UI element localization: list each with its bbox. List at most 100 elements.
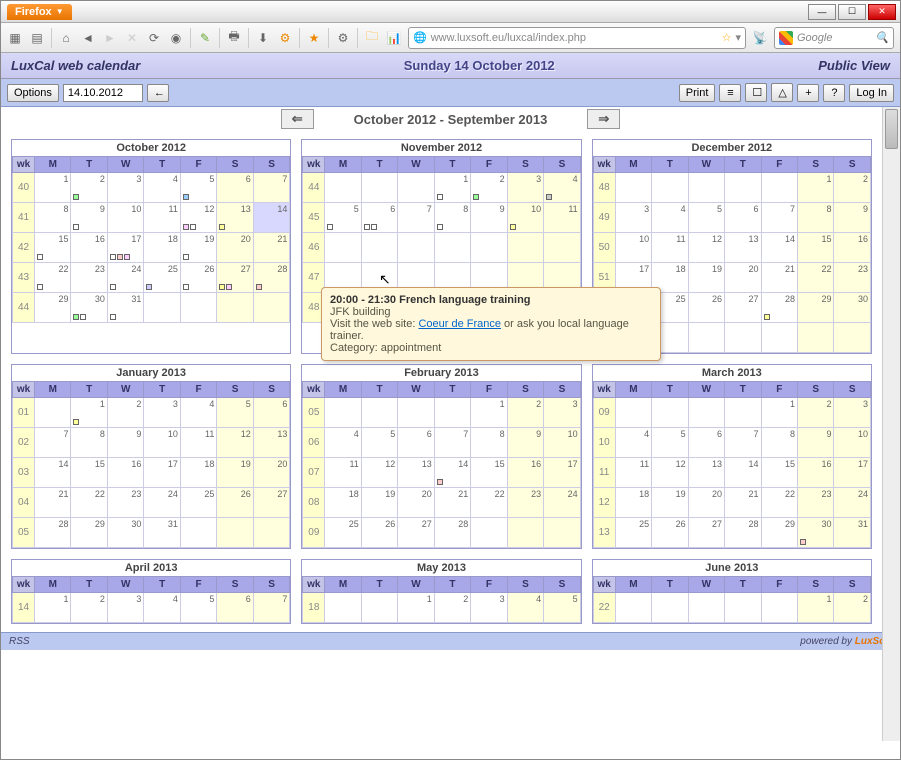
star-icon[interactable]: ☆ — [722, 31, 732, 44]
day-cell[interactable] — [471, 233, 507, 263]
options-button[interactable]: Options — [7, 84, 59, 102]
day-cell[interactable] — [325, 593, 361, 623]
day-cell[interactable]: 1 — [35, 173, 71, 203]
day-cell[interactable]: 15 — [71, 458, 107, 488]
day-cell[interactable]: 3 — [615, 203, 651, 233]
day-cell[interactable]: 30 — [107, 518, 143, 548]
day-cell[interactable] — [761, 323, 797, 353]
week-number[interactable]: 10 — [593, 428, 615, 458]
day-cell[interactable]: 4 — [652, 203, 688, 233]
day-cell[interactable]: 2 — [71, 593, 107, 623]
settings-icon[interactable]: ⚙ — [335, 30, 351, 46]
view-upcoming-button[interactable]: △ — [771, 83, 793, 102]
day-cell[interactable] — [761, 593, 797, 623]
day-cell[interactable]: 7 — [434, 428, 470, 458]
sidebar-icon[interactable]: ▤ — [29, 30, 45, 46]
week-number[interactable]: 22 — [593, 593, 615, 623]
week-number[interactable]: 05 — [303, 398, 325, 428]
edit-icon[interactable]: ✎ — [197, 30, 213, 46]
day-cell[interactable]: 14 — [253, 203, 290, 233]
search-icon[interactable]: 🔍 — [875, 31, 889, 44]
stop-icon[interactable]: ✕ — [124, 30, 140, 46]
day-cell[interactable]: 6 — [217, 173, 253, 203]
view-list-button[interactable]: ≡ — [719, 84, 741, 102]
day-cell[interactable]: 30 — [834, 293, 871, 323]
day-cell[interactable]: 8 — [761, 428, 797, 458]
day-cell[interactable]: 16 — [507, 458, 543, 488]
day-cell[interactable] — [725, 323, 761, 353]
week-number[interactable]: 48 — [593, 173, 615, 203]
day-cell[interactable] — [688, 593, 724, 623]
forward-icon[interactable]: ► — [102, 30, 118, 46]
day-cell[interactable]: 19 — [180, 233, 216, 263]
week-number[interactable]: 04 — [13, 488, 35, 518]
week-number[interactable]: 07 — [303, 458, 325, 488]
day-cell[interactable]: 2 — [834, 173, 871, 203]
week-number[interactable]: 12 — [593, 488, 615, 518]
day-cell[interactable]: 3 — [507, 173, 543, 203]
day-cell[interactable]: 5 — [544, 593, 581, 623]
print-icon[interactable]: 🖶 — [226, 30, 242, 46]
day-cell[interactable]: 22 — [35, 263, 71, 293]
day-cell[interactable] — [398, 233, 434, 263]
day-cell[interactable]: 11 — [544, 203, 581, 233]
day-cell[interactable]: 10 — [107, 203, 143, 233]
rss-icon[interactable]: 📡 — [752, 30, 768, 46]
day-cell[interactable]: 5 — [652, 428, 688, 458]
day-cell[interactable] — [217, 518, 253, 548]
day-cell[interactable]: 25 — [144, 263, 180, 293]
view-month-button[interactable]: ☐ — [745, 83, 767, 102]
day-cell[interactable]: 29 — [798, 293, 834, 323]
day-cell[interactable] — [688, 323, 724, 353]
day-cell[interactable]: 2 — [798, 398, 834, 428]
maximize-button[interactable]: ☐ — [838, 4, 866, 20]
day-cell[interactable]: 6 — [398, 428, 434, 458]
dropdown-icon[interactable]: ▾ — [735, 31, 741, 44]
day-cell[interactable]: 7 — [761, 203, 797, 233]
day-cell[interactable] — [507, 518, 543, 548]
day-cell[interactable] — [544, 518, 581, 548]
week-number[interactable]: 06 — [303, 428, 325, 458]
day-cell[interactable]: 4 — [144, 593, 180, 623]
day-cell[interactable]: 28 — [761, 293, 797, 323]
bookmark-icon[interactable]: ★ — [306, 30, 322, 46]
week-number[interactable]: 41 — [13, 203, 35, 233]
day-cell[interactable]: 5 — [217, 398, 253, 428]
next-year-button[interactable]: ⇒ — [587, 109, 620, 129]
day-cell[interactable] — [180, 518, 216, 548]
day-cell[interactable]: 2 — [834, 593, 871, 623]
day-cell[interactable]: 7 — [253, 173, 290, 203]
day-cell[interactable]: 9 — [834, 203, 871, 233]
day-cell[interactable]: 28 — [253, 263, 290, 293]
day-cell[interactable]: 12 — [217, 428, 253, 458]
day-cell[interactable]: 3 — [144, 398, 180, 428]
day-cell[interactable]: 29 — [761, 518, 797, 548]
day-cell[interactable]: 16 — [834, 233, 871, 263]
day-cell[interactable]: 9 — [71, 203, 107, 233]
day-cell[interactable]: 10 — [144, 428, 180, 458]
url-bar[interactable]: 🌐 www.luxsoft.eu/luxcal/index.php ☆ ▾ — [408, 27, 746, 49]
day-cell[interactable]: 19 — [361, 488, 397, 518]
day-cell[interactable]: 22 — [71, 488, 107, 518]
day-cell[interactable]: 14 — [761, 233, 797, 263]
day-cell[interactable] — [615, 398, 651, 428]
day-cell[interactable]: 23 — [71, 263, 107, 293]
day-cell[interactable]: 3 — [544, 398, 581, 428]
day-cell[interactable]: 24 — [544, 488, 581, 518]
print-button[interactable]: Print — [679, 84, 716, 102]
day-cell[interactable]: 24 — [834, 488, 871, 518]
day-cell[interactable] — [434, 398, 470, 428]
week-number[interactable]: 18 — [303, 593, 325, 623]
day-cell[interactable] — [615, 593, 651, 623]
day-cell[interactable]: 13 — [725, 233, 761, 263]
day-cell[interactable]: 21 — [35, 488, 71, 518]
day-cell[interactable]: 20 — [217, 233, 253, 263]
day-cell[interactable] — [652, 593, 688, 623]
day-cell[interactable]: 31 — [834, 518, 871, 548]
day-cell[interactable] — [325, 398, 361, 428]
day-cell[interactable]: 2 — [434, 593, 470, 623]
back-icon[interactable]: ◄ — [80, 30, 96, 46]
day-cell[interactable]: 10 — [834, 428, 871, 458]
day-cell[interactable] — [798, 323, 834, 353]
day-cell[interactable]: 5 — [180, 173, 216, 203]
